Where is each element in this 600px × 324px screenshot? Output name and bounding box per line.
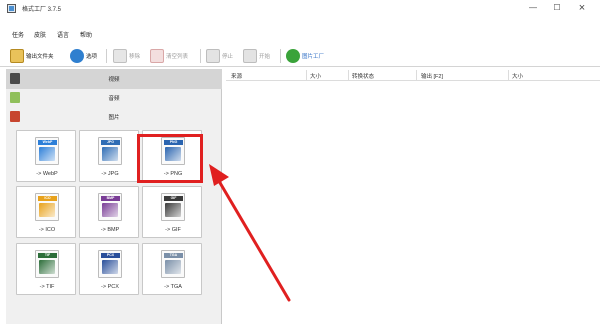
format-label: -> BMP	[100, 227, 120, 233]
format-label: -> TIF	[39, 284, 55, 290]
format-tile[interactable]: WebP -> WebP	[16, 130, 76, 182]
menu-help[interactable]: 帮助	[80, 30, 92, 39]
category-audio-label: 音频	[108, 96, 120, 102]
category-video[interactable]: 视频	[6, 69, 222, 89]
category-image[interactable]: 图片	[6, 107, 222, 127]
category-video-label: 视频	[108, 77, 120, 83]
column-size[interactable]: 大小	[310, 72, 321, 80]
format-tile[interactable]: ICO -> ICO	[16, 186, 76, 238]
start-button[interactable]: 开始	[243, 47, 270, 65]
format-picture	[39, 147, 55, 161]
start-icon	[243, 49, 257, 63]
category-image-label: 图片	[108, 115, 120, 121]
stop-label: 停止	[222, 54, 234, 60]
column-output[interactable]: 输出 [F2]	[421, 72, 443, 80]
format-picture	[165, 260, 181, 274]
column-divider[interactable]	[416, 70, 417, 80]
column-status[interactable]: 转换状态	[352, 72, 374, 80]
toolbar-separator	[280, 49, 281, 63]
format-factory-button[interactable]: 图片工厂	[286, 47, 324, 65]
category-audio[interactable]: 音频	[6, 88, 222, 108]
file-format-icon: TGA	[161, 250, 185, 278]
clear-list-button[interactable]: 清空列表	[150, 47, 188, 65]
start-label: 开始	[259, 54, 271, 60]
column-divider[interactable]	[508, 70, 509, 80]
format-tile[interactable]: JPG -> JPG	[79, 130, 139, 182]
format-tag: ICO	[38, 196, 57, 201]
column-divider[interactable]	[348, 70, 349, 80]
format-label: -> TGA	[164, 284, 182, 290]
format-label: -> GIF	[165, 227, 181, 233]
menu-language[interactable]: 语言	[57, 30, 69, 39]
output-folder-button[interactable]: 输出文件夹	[10, 47, 54, 65]
format-tag: PCX	[101, 253, 120, 258]
app-logo-icon	[7, 4, 16, 13]
format-tile[interactable]: BMP -> BMP	[79, 186, 139, 238]
format-label: -> JPG	[101, 171, 119, 177]
menu-bar: 任务 皮肤 语言 帮助	[0, 30, 600, 40]
toolbar-separator	[200, 49, 201, 63]
file-format-icon: PCX	[98, 250, 122, 278]
file-format-icon: TIF	[35, 250, 59, 278]
format-picture	[102, 203, 118, 217]
clear-list-icon	[150, 49, 164, 63]
options-button[interactable]: 选项	[70, 47, 97, 65]
column-divider[interactable]	[306, 70, 307, 80]
window-title: 格式工厂 3.7.5	[22, 7, 62, 13]
task-list: 来源 大小 转换状态 输出 [F2] 大小	[226, 69, 600, 324]
format-picture	[102, 147, 118, 161]
format-picture	[39, 260, 55, 274]
file-format-icon: GIF	[161, 193, 185, 221]
title-bar: 格式工厂 3.7.5 — ☐ ×	[0, 0, 600, 17]
menu-task[interactable]: 任务	[12, 30, 24, 39]
format-label: -> PCX	[101, 284, 119, 290]
format-picture	[102, 260, 118, 274]
format-tag: JPG	[101, 140, 120, 145]
app-window: 格式工厂 3.7.5 — ☐ × 任务 皮肤 语言 帮助 输出文件夹 选项 移除…	[0, 0, 600, 324]
toolbar-separator	[106, 49, 107, 63]
task-list-header: 来源 大小 转换状态 输出 [F2] 大小	[226, 69, 600, 81]
menu-skin[interactable]: 皮肤	[34, 30, 46, 39]
output-folder-label: 输出文件夹	[26, 54, 54, 60]
maximize-button[interactable]: ☐	[552, 1, 562, 15]
file-format-icon: WebP	[35, 137, 59, 165]
format-label: -> ICO	[38, 227, 56, 233]
stop-button[interactable]: 停止	[206, 47, 233, 65]
format-factory-label: 图片工厂	[302, 54, 325, 60]
format-tag: GIF	[164, 196, 183, 201]
format-label: -> WebP	[36, 171, 58, 177]
format-tile[interactable]: GIF -> GIF	[142, 186, 202, 238]
file-format-icon: ICO	[35, 193, 59, 221]
options-label: 选项	[86, 54, 98, 60]
file-format-icon: JPG	[98, 137, 122, 165]
stop-icon	[206, 49, 220, 63]
format-tag: TIF	[38, 253, 57, 258]
format-picture	[39, 203, 55, 217]
remove-label: 移除	[129, 54, 141, 60]
format-tag: TGA	[164, 253, 183, 258]
format-tag: BMP	[101, 196, 120, 201]
toolbar: 输出文件夹 选项 移除 清空列表 停止 开始 图片工厂	[0, 45, 600, 67]
format-tile[interactable]: TGA -> TGA	[142, 243, 202, 295]
close-button[interactable]: ×	[577, 1, 587, 15]
remove-button[interactable]: 移除	[113, 47, 140, 65]
png-highlight-box	[137, 134, 203, 183]
remove-icon	[113, 49, 127, 63]
minimize-button[interactable]: —	[528, 1, 538, 15]
format-tile[interactable]: TIF -> TIF	[16, 243, 76, 295]
format-tile[interactable]: PCX -> PCX	[79, 243, 139, 295]
format-tag: WebP	[38, 140, 57, 145]
options-icon	[70, 49, 84, 63]
file-format-icon: BMP	[98, 193, 122, 221]
clear-list-label: 清空列表	[166, 54, 189, 60]
format-factory-icon	[286, 49, 300, 63]
column-source[interactable]: 来源	[231, 72, 242, 80]
folder-icon	[10, 49, 24, 63]
column-output-size[interactable]: 大小	[512, 72, 523, 80]
format-picture	[165, 203, 181, 217]
